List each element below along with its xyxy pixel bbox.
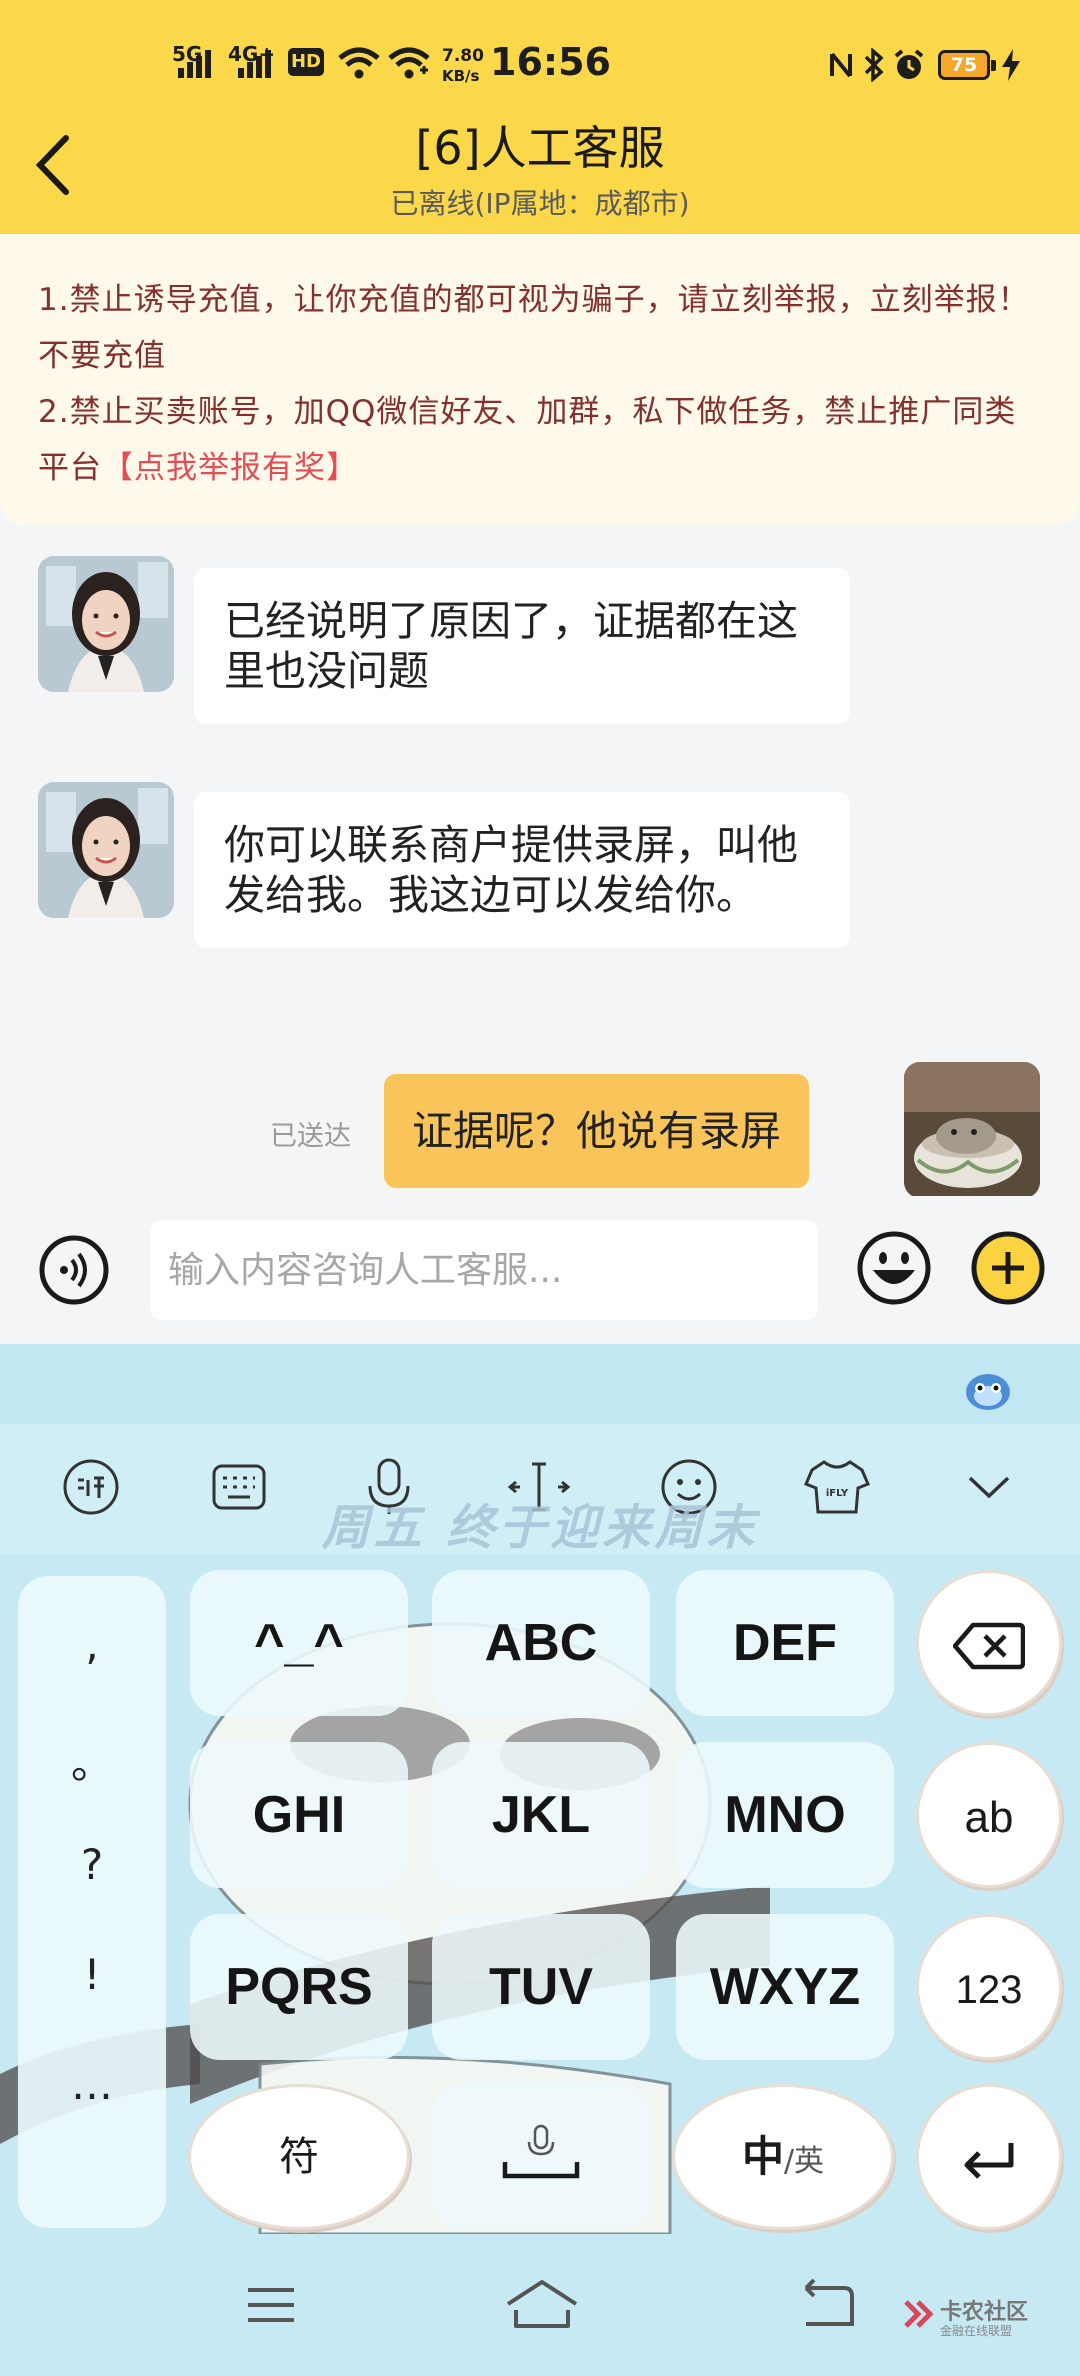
recents-menu-icon[interactable] <box>236 2270 306 2340</box>
enter-icon <box>964 2143 1014 2179</box>
home-icon[interactable] <box>504 2270 580 2340</box>
notice-line-1: 1.禁止诱导充值，让你充值的都可视为骗子，请立刻举报，立刻举报！ 不要充值 <box>38 282 1030 374</box>
punct-period-key[interactable]: 。 <box>18 1730 166 1791</box>
keyboard-skin-banner: 周五 终于迎来周末 <box>321 1500 759 1556</box>
agent-status: 已离线(IP属地：成都市) <box>390 187 690 220</box>
agent-avatar[interactable] <box>38 782 174 918</box>
key-language-switch[interactable]: 中/英 <box>672 2084 894 2230</box>
hd-badge: HD <box>288 48 324 76</box>
system-nav-bar: 卡农社区 金融在线联盟 <box>0 2234 1080 2376</box>
space-mic-icon <box>502 2124 580 2179</box>
app-header: 5G 4G+ HD 7.80 KB/s 16:56 75 [6]人工客服 已离线… <box>0 0 1080 234</box>
wifi-icon <box>338 47 380 79</box>
bluetooth-icon <box>864 48 884 82</box>
space-key[interactable] <box>432 2084 650 2230</box>
key-mno[interactable]: MNO <box>676 1742 894 1888</box>
hotspot-icon <box>388 47 430 79</box>
net-speed-unit: KB/s <box>442 67 480 85</box>
watermark-subtitle: 金融在线联盟 <box>940 2324 1013 2338</box>
signal-4g-icon <box>238 44 271 78</box>
agent-message-bubble[interactable]: 你可以联系商户提供录屏，叫他发给我。我这边可以发给你。 <box>194 792 850 948</box>
page-title: [6]人工客服 <box>415 121 665 175</box>
nfc-icon <box>830 52 852 78</box>
message-status: 已送达 <box>270 1121 351 1152</box>
punctuation-column: , 。 ? ! … <box>18 1576 166 2228</box>
agent-avatar[interactable] <box>38 556 174 692</box>
notice-line-2: 2.禁止买卖账号，加QQ微信好友、加群，私下做任务，禁止推广同类平台【点我举报有… <box>38 384 1046 496</box>
key-pqrs[interactable]: PQRS <box>190 1914 408 2060</box>
keyboard-top-strip <box>0 1344 1080 1424</box>
lang-chinese-label: 中 <box>741 2132 784 2181</box>
key-wxyz[interactable]: WXYZ <box>676 1914 894 2060</box>
agent-avatar-image <box>38 782 174 918</box>
emoji-icon[interactable] <box>856 1230 932 1306</box>
key-symbols[interactable]: 符 <box>188 2084 410 2230</box>
punct-ellipsis-key[interactable]: … <box>18 2060 166 2109</box>
backspace-key[interactable] <box>916 1570 1062 1716</box>
agent-avatar-image <box>38 556 174 692</box>
punct-exclaim-key[interactable]: ! <box>18 1950 166 1999</box>
message-input[interactable] <box>150 1220 818 1320</box>
punct-question-key[interactable]: ? <box>18 1840 166 1889</box>
status-bar: 5G 4G+ HD 7.80 KB/s 16:56 75 <box>0 0 1080 130</box>
back-nav-icon[interactable] <box>792 2270 862 2340</box>
key-ghi[interactable]: GHI <box>190 1742 408 1888</box>
lang-english-label: /英 <box>783 2144 825 2179</box>
key-def[interactable]: DEF <box>676 1570 894 1716</box>
ime-keyboard: iFLY 周五 终于迎来周末 , 。 ? ! … ^_^ ABC DEF GHI… <box>0 1344 1080 2234</box>
my-avatar-image <box>904 1062 1040 1198</box>
plus-icon[interactable] <box>970 1230 1046 1306</box>
chat-input-bar <box>0 1196 1080 1344</box>
key-abc[interactable]: ABC <box>432 1570 650 1716</box>
report-reward-link[interactable]: 【点我举报有奖】 <box>102 450 358 486</box>
agent-message-bubble[interactable]: 已经说明了原因了，证据都在这里也没问题 <box>194 568 850 724</box>
key-emoticon[interactable]: ^_^ <box>190 1570 408 1716</box>
community-watermark: 卡农社区 金融在线联盟 <box>900 2294 1070 2344</box>
key-numbers-123[interactable]: 123 <box>916 1914 1062 2060</box>
clock: 16:56 <box>490 40 611 84</box>
battery-indicator: 75 <box>938 50 996 80</box>
rules-notice: 1.禁止诱导充值，让你充值的都可视为骗子，请立刻举报，立刻举报！ 不要充值 2.… <box>0 234 1080 526</box>
my-message-bubble[interactable]: 证据呢？他说有录屏 <box>384 1074 809 1188</box>
signal-5g-icon <box>178 44 211 78</box>
charging-icon <box>1002 49 1020 81</box>
key-jkl[interactable]: JKL <box>432 1742 650 1888</box>
net-speed-value: 7.80 <box>442 46 484 66</box>
key-tuv[interactable]: TUV <box>432 1914 650 2060</box>
enter-key[interactable] <box>916 2084 1062 2230</box>
key-letters-ab[interactable]: ab <box>916 1742 1062 1888</box>
voice-input-icon[interactable] <box>38 1234 110 1306</box>
punct-comma-key[interactable]: , <box>18 1620 166 1669</box>
ime-mascot-icon[interactable] <box>960 1364 1016 1414</box>
my-avatar[interactable] <box>904 1062 1040 1198</box>
backspace-icon <box>952 1622 1026 1670</box>
alarm-icon <box>894 49 924 79</box>
watermark-logo-icon <box>904 2300 934 2328</box>
